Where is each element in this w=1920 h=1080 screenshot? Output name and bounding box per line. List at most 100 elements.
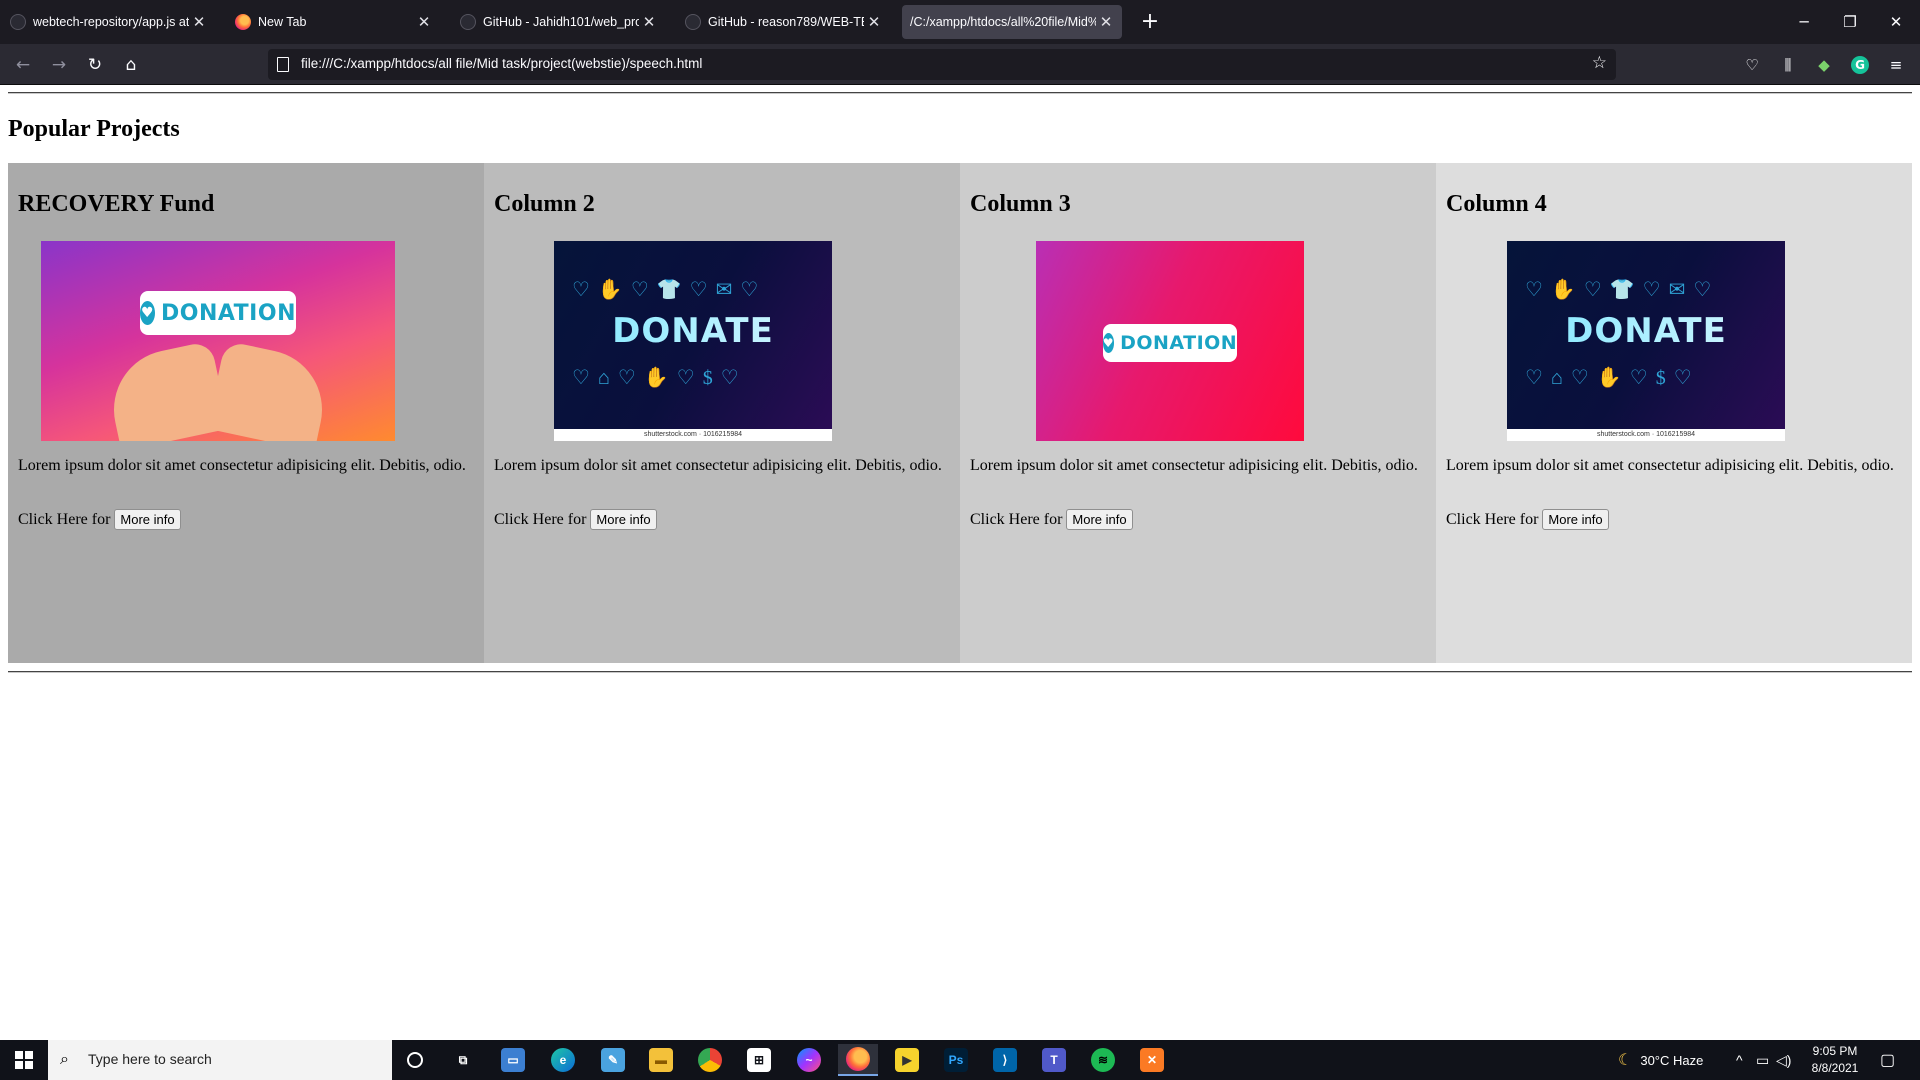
project-column-3: Column 3 ♥ DONATION Lorem ipsum dolor si… — [960, 163, 1436, 663]
windows-logo-icon — [15, 1051, 23, 1059]
vscode-icon[interactable]: ⟩ — [985, 1044, 1025, 1076]
project-column-4: Column 4 ♡✋♡👕♡✉♡ DONATE ♡⌂♡✋♡$♡ shutters… — [1436, 163, 1912, 663]
tab-label: /C:/xampp/htdocs/all%20file/Mid% — [910, 15, 1096, 29]
photoshop-icon[interactable]: Ps — [936, 1044, 976, 1076]
task-view-icon[interactable]: ⧉ — [443, 1044, 483, 1076]
reload-button[interactable]: ↻ — [80, 50, 110, 80]
page-content: Popular Projects RECOVERY Fund ♥ DONATIO… — [0, 86, 1920, 1040]
donation-badge: ♥ DONATION — [1102, 324, 1238, 362]
app-icon[interactable]: ✎ — [593, 1044, 633, 1076]
tab-github-reason789[interactable]: GitHub - reason789/WEB-TECH ✕ — [675, 5, 890, 39]
edge-icon[interactable]: e — [543, 1044, 583, 1076]
xampp-icon[interactable]: ✕ — [1132, 1044, 1172, 1076]
moon-icon: ☾ — [1618, 1052, 1633, 1069]
show-hidden-icons[interactable]: ^ — [1736, 1040, 1743, 1080]
close-tab-icon[interactable]: ✕ — [189, 13, 209, 31]
column-title: Column 4 — [1446, 191, 1547, 217]
close-tab-icon[interactable]: ✕ — [639, 13, 659, 31]
volume-icon[interactable]: ◁) — [1776, 1040, 1791, 1080]
donate-line-icons-top: ♡✋♡👕♡✉♡ — [572, 279, 767, 301]
more-info-button[interactable]: More info — [1066, 509, 1133, 530]
tab-strip: webtech-repository/app.js at 1 ✕ New Tab… — [0, 0, 1920, 44]
new-tab-button[interactable]: + — [1136, 8, 1164, 36]
column-cta: Click Here for More info — [1446, 509, 1609, 530]
firefox-icon[interactable] — [838, 1044, 878, 1076]
projects-row: RECOVERY Fund ♥ DONATION Lorem ipsum dol… — [8, 163, 1912, 663]
column-cta: Click Here for More info — [970, 509, 1133, 530]
top-divider — [8, 92, 1912, 94]
spotify-icon[interactable]: ≋ — [1083, 1044, 1123, 1076]
donate-word: DONATE — [1507, 311, 1785, 351]
project-column-1: RECOVERY Fund ♥ DONATION Lorem ipsum dol… — [8, 163, 484, 663]
navigation-bar: ← → ↻ ⌂ file:///C:/xampp/htdocs/all file… — [0, 44, 1920, 85]
donation-badge-text: DONATION — [1120, 332, 1238, 354]
network-icon[interactable]: ▭ — [1756, 1040, 1769, 1080]
taskbar: ⌕ Type here to search ⧉ ▭ e ✎ ▬ ⊞ ~ ▶ Ps… — [0, 1040, 1920, 1080]
system-clock[interactable]: 9:05 PM 8/8/2021 — [1795, 1043, 1875, 1077]
start-button[interactable] — [0, 1040, 48, 1080]
close-window-button[interactable]: ✕ — [1868, 0, 1920, 44]
column-description: Lorem ipsum dolor sit amet consectetur a… — [1446, 457, 1894, 474]
chrome-icon[interactable] — [690, 1044, 730, 1076]
cta-label: Click Here for — [494, 510, 587, 528]
column-cta: Click Here for More info — [494, 509, 657, 530]
donation-badge-text: DONATION — [160, 300, 296, 326]
notifications-icon[interactable]: ▢ — [1880, 1040, 1895, 1080]
pocket-icon[interactable]: ♡ — [1739, 52, 1765, 78]
player-icon[interactable]: ▶ — [887, 1044, 927, 1076]
tab-label: webtech-repository/app.js at 1 — [33, 15, 189, 29]
grammarly-icon[interactable]: G — [1851, 56, 1869, 74]
messenger-icon[interactable]: ~ — [789, 1044, 829, 1076]
donate-line-icons-bottom: ♡⌂♡✋♡$♡ — [572, 367, 747, 389]
library-icon[interactable]: ⫼ — [1775, 52, 1801, 78]
cortana-icon[interactable] — [395, 1044, 435, 1076]
donate-neon-image: ♡✋♡👕♡✉♡ DONATE ♡⌂♡✋♡$♡ shutterstock.com … — [1507, 241, 1785, 441]
cta-label: Click Here for — [970, 510, 1063, 528]
tab-github-jahidh101[interactable]: GitHub - Jahidh101/web_project ✕ — [450, 5, 665, 39]
github-icon — [685, 14, 701, 30]
github-icon — [10, 14, 26, 30]
close-tab-icon[interactable]: ✕ — [1096, 13, 1116, 31]
clock-time: 9:05 PM — [1812, 1044, 1858, 1058]
shutterstock-caption: shutterstock.com · 1016215984 — [1507, 429, 1785, 441]
extension-icon[interactable]: ◆ — [1811, 52, 1837, 78]
column-description: Lorem ipsum dolor sit amet consectetur a… — [970, 457, 1418, 474]
more-info-button[interactable]: More info — [114, 509, 181, 530]
github-icon — [460, 14, 476, 30]
forward-button[interactable]: → — [44, 50, 74, 80]
close-tab-icon[interactable]: ✕ — [864, 13, 884, 31]
tab-speech-html[interactable]: /C:/xampp/htdocs/all%20file/Mid% ✕ — [902, 5, 1122, 39]
tab-new-tab[interactable]: New Tab ✕ — [225, 5, 440, 39]
close-tab-icon[interactable]: ✕ — [414, 13, 434, 31]
weather-widget[interactable]: ☾ 30°C Haze — [1618, 1040, 1703, 1080]
more-info-button[interactable]: More info — [1542, 509, 1609, 530]
address-bar[interactable]: file:///C:/xampp/htdocs/all file/Mid tas… — [268, 49, 1616, 80]
app-icon[interactable]: ▭ — [493, 1044, 533, 1076]
firefox-icon — [235, 14, 251, 30]
donate-line-icons-top: ♡✋♡👕♡✉♡ — [1525, 279, 1720, 301]
tab-label: GitHub - reason789/WEB-TECH — [708, 15, 864, 29]
taskbar-search[interactable]: ⌕ Type here to search — [48, 1040, 392, 1080]
project-column-2: Column 2 ♡✋♡👕♡✉♡ DONATE ♡⌂♡✋♡$♡ shutters… — [484, 163, 960, 663]
file-explorer-icon[interactable]: ▬ — [641, 1044, 681, 1076]
column-title: RECOVERY Fund — [18, 191, 215, 217]
heart-icon: ♥ — [1102, 333, 1115, 353]
donate-word: DONATE — [554, 311, 832, 351]
column-title: Column 3 — [970, 191, 1071, 217]
teams-icon[interactable]: T — [1034, 1044, 1074, 1076]
back-button[interactable]: ← — [8, 50, 38, 80]
page-title: Popular Projects — [8, 116, 180, 142]
bookmark-star-icon[interactable]: ☆ — [1592, 53, 1607, 73]
column-cta: Click Here for More info — [18, 509, 181, 530]
url-text[interactable]: file:///C:/xampp/htdocs/all file/Mid tas… — [301, 56, 702, 71]
tab-webtech-repository[interactable]: webtech-repository/app.js at 1 ✕ — [0, 5, 215, 39]
more-info-button[interactable]: More info — [590, 509, 657, 530]
column-title: Column 2 — [494, 191, 595, 217]
page-icon — [277, 57, 289, 72]
column-description: Lorem ipsum dolor sit amet consectetur a… — [494, 457, 942, 474]
donation-badge: ♥ DONATION — [140, 291, 296, 335]
home-button[interactable]: ⌂ — [116, 50, 146, 80]
store-icon[interactable]: ⊞ — [739, 1044, 779, 1076]
menu-icon[interactable]: ≡ — [1883, 52, 1909, 78]
bottom-divider — [8, 671, 1912, 673]
